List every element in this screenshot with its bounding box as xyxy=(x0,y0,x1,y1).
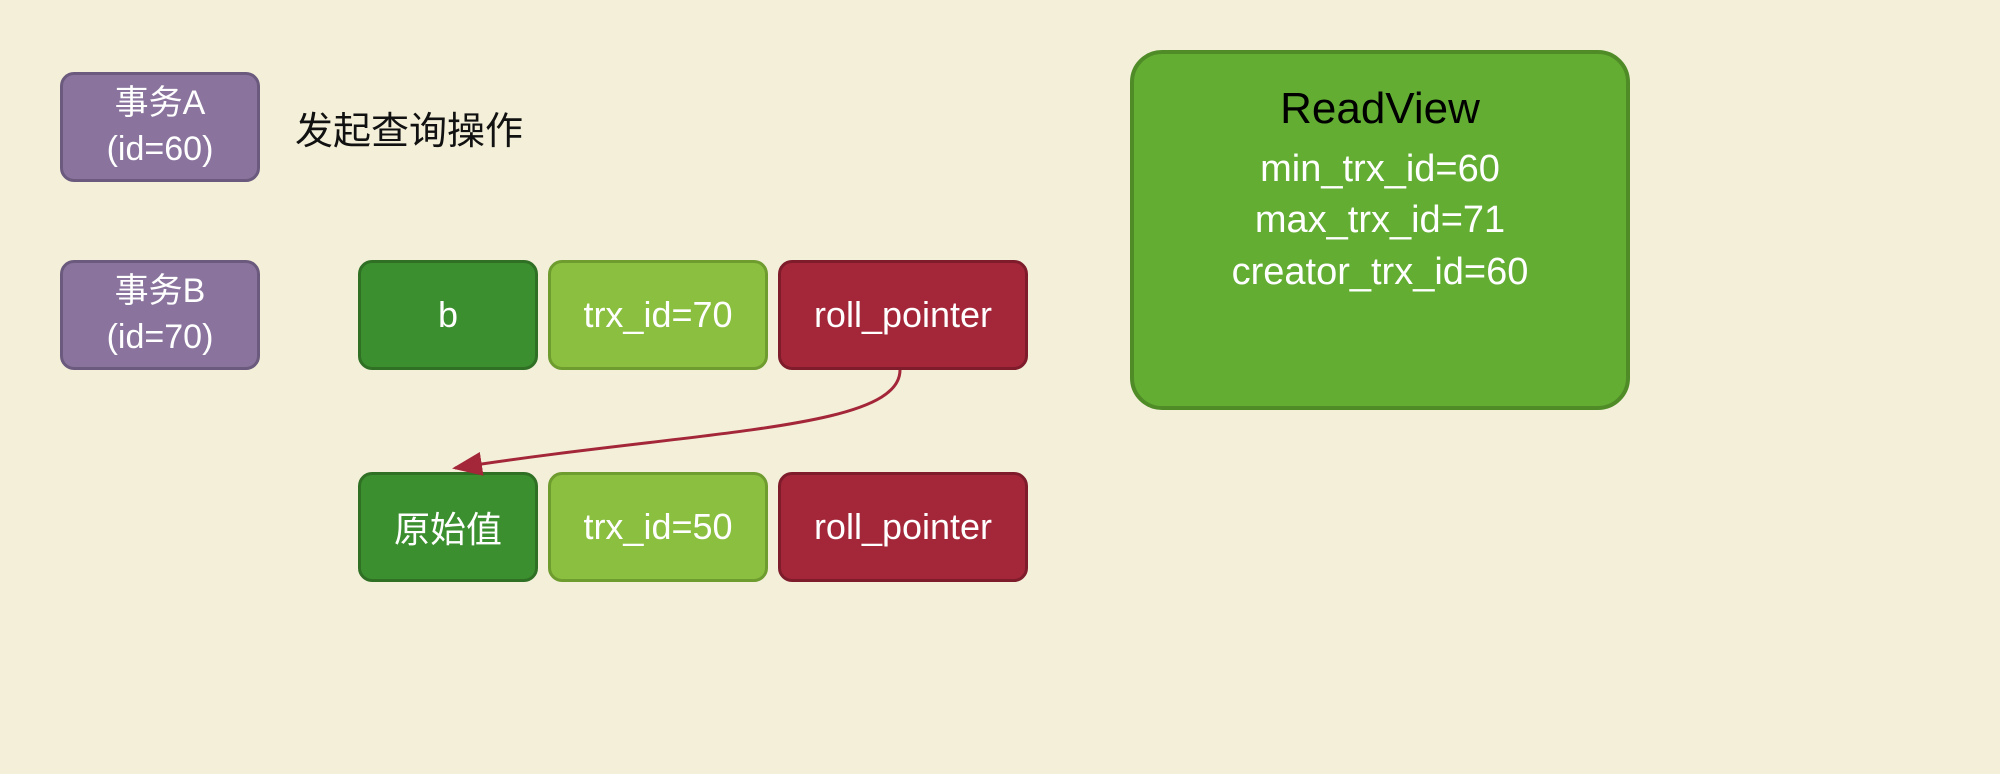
transaction-b-name: 事务B xyxy=(115,269,206,315)
transaction-b-id: (id=70) xyxy=(107,315,214,361)
readview-min: min_trx_id=60 xyxy=(1260,144,1500,195)
old-row-rollptr: roll_pointer xyxy=(778,472,1028,582)
transaction-a-box: 事务A (id=60) xyxy=(60,72,260,182)
transaction-b-box: 事务B (id=70) xyxy=(60,260,260,370)
current-row-trx: trx_id=70 xyxy=(548,260,768,370)
current-row-rollptr: roll_pointer xyxy=(778,260,1028,370)
transaction-a-id: (id=60) xyxy=(107,127,214,173)
readview-title: ReadView xyxy=(1280,84,1480,134)
query-annotation: 发起查询操作 xyxy=(295,100,523,155)
current-row-value: b xyxy=(358,260,538,370)
old-row-trx: trx_id=50 xyxy=(548,472,768,582)
readview-max: max_trx_id=71 xyxy=(1255,195,1505,246)
old-row-value: 原始值 xyxy=(358,472,538,582)
transaction-a-name: 事务A xyxy=(115,81,206,127)
readview-panel: ReadView min_trx_id=60 max_trx_id=71 cre… xyxy=(1130,50,1630,410)
readview-creator: creator_trx_id=60 xyxy=(1232,247,1529,298)
